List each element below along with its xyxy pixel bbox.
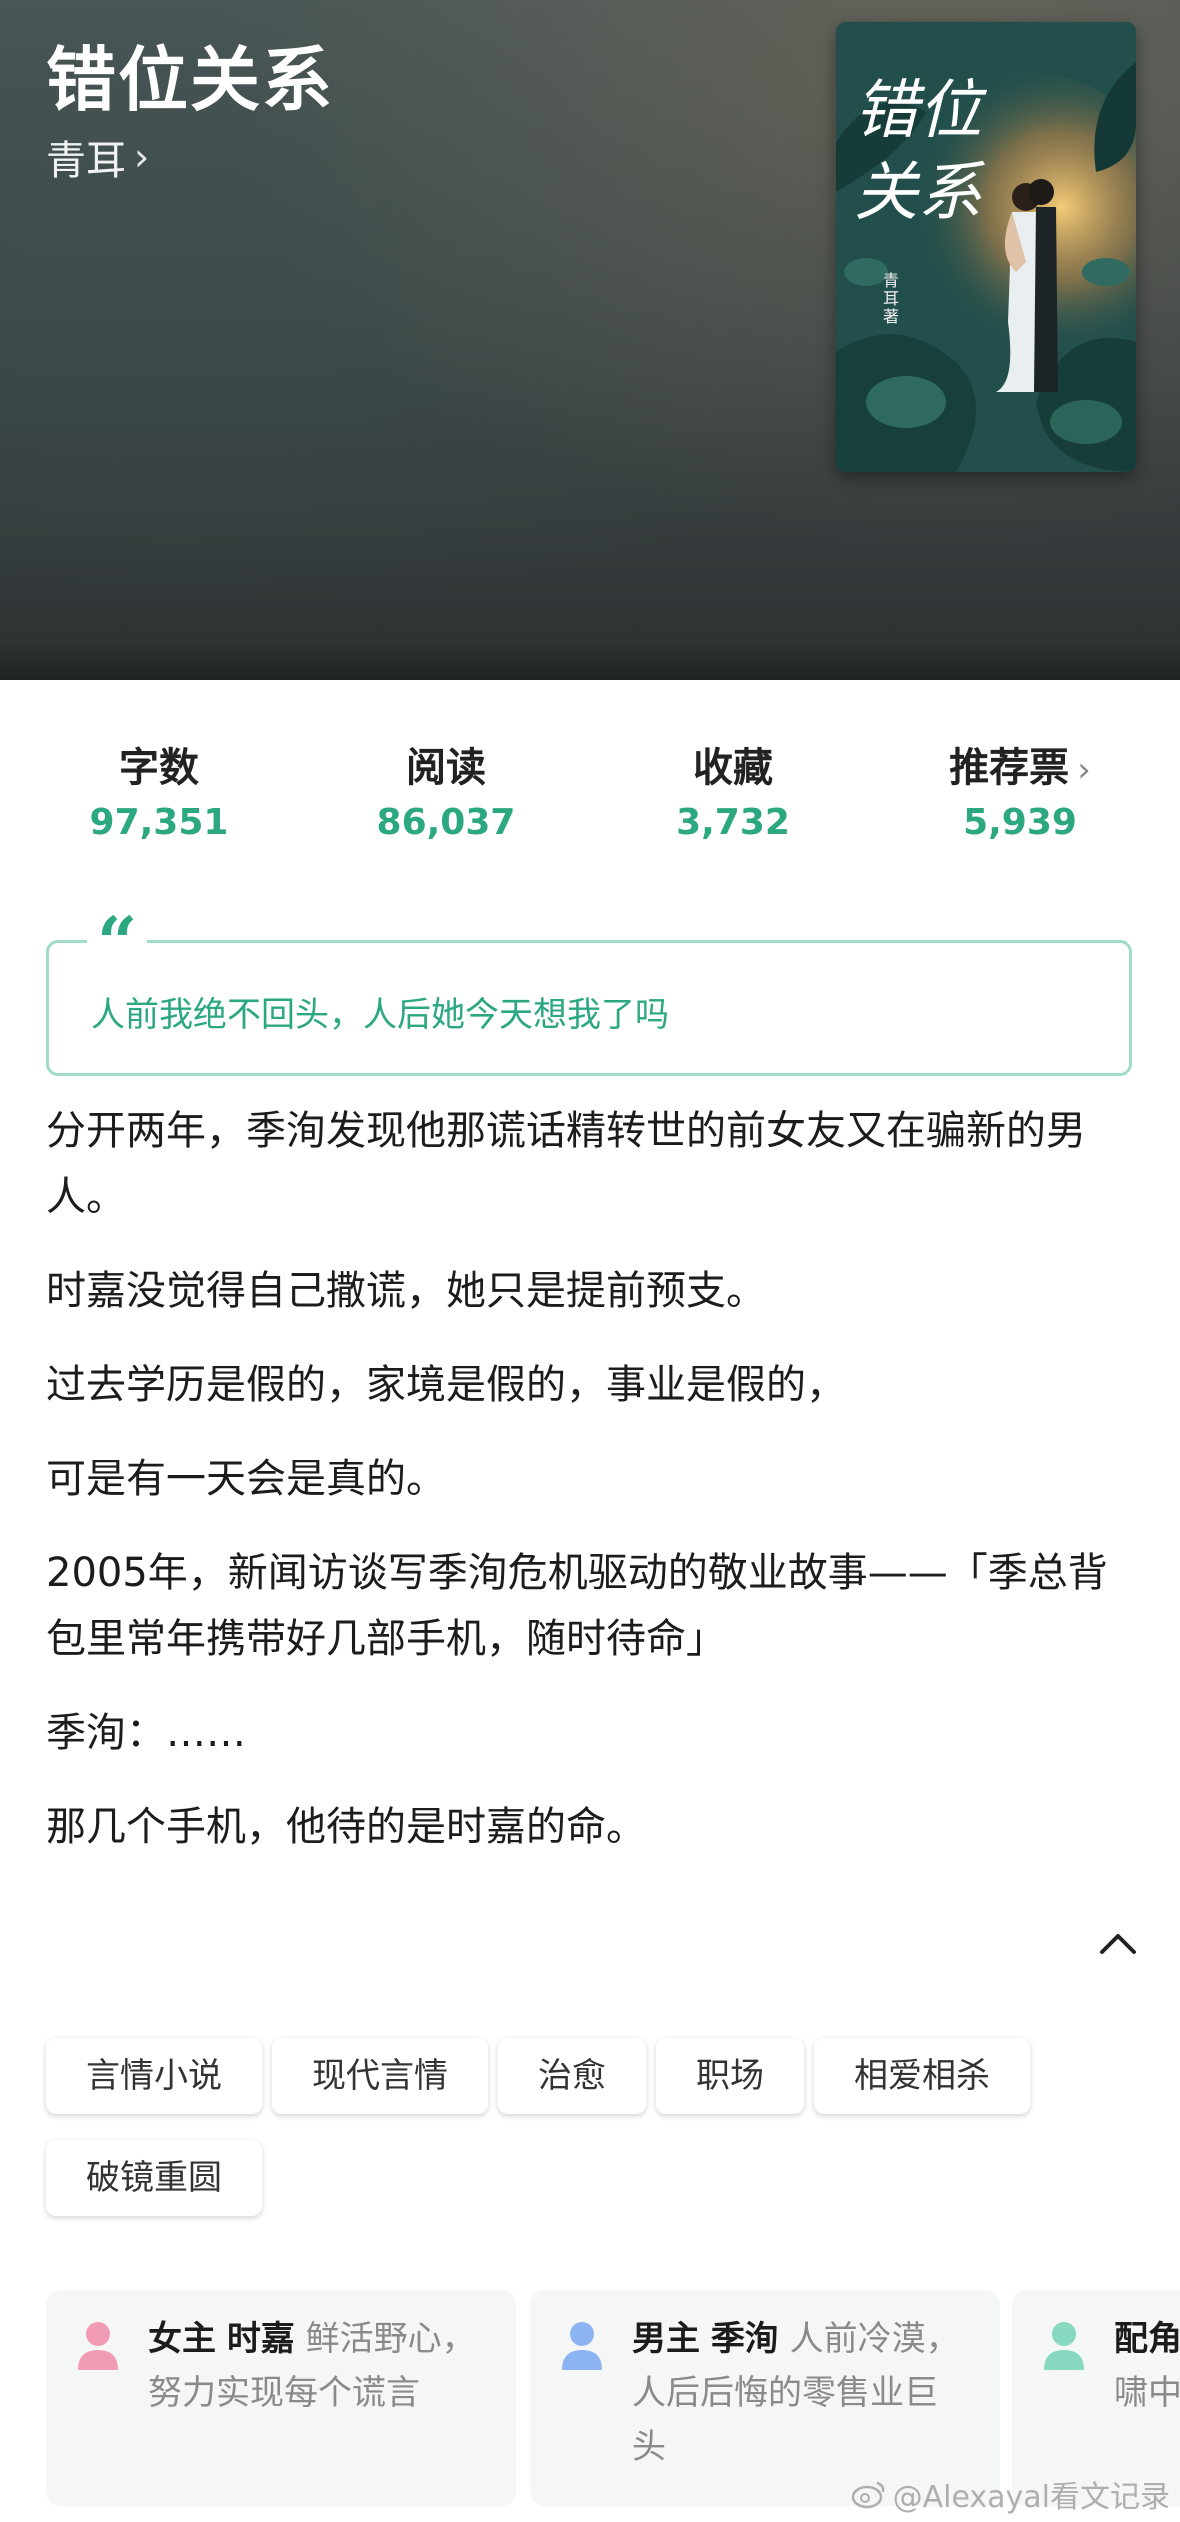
stat-label: 推荐票 › — [905, 740, 1135, 796]
character-name: 季洵 — [710, 2319, 779, 2359]
book-title: 错位关系 — [46, 39, 334, 121]
stat-label: 收藏 — [693, 745, 773, 791]
character-name: 时嘉 — [226, 2319, 295, 2359]
female-avatar-icon — [78, 2322, 118, 2370]
character-description: 男主 季洵 人前冷漠，人后后悔的零售业巨头 — [632, 2312, 962, 2474]
stat-value: 97,351 — [89, 802, 229, 843]
synopsis-paragraph: 时嘉没觉得自己撒谎，她只是提前预支。 — [46, 1268, 766, 1314]
chevron-right-icon: › — [134, 135, 150, 179]
stat-value: 86,037 — [376, 802, 516, 843]
stat-label-text: 推荐票 — [949, 745, 1070, 791]
stat-word-count: 字数 97,351 — [44, 740, 274, 843]
character-desc: 啸中 — [1114, 2373, 1180, 2413]
cover-title-line2: 关系 — [854, 156, 982, 230]
supporting-avatar-icon — [1044, 2322, 1084, 2370]
character-card[interactable]: 女主 时嘉 鲜活野心，努力实现每个谎言 — [46, 2290, 516, 2506]
synopsis-paragraph: 可是有一天会是真的。 — [46, 1456, 446, 1502]
author-link[interactable]: 青耳 › — [46, 128, 149, 186]
stat-reads: 阅读 86,037 — [331, 740, 561, 843]
synopsis-paragraph: 分开两年，季洵发现他那谎话精转世的前女友又在骗新的男人。 — [46, 1108, 1086, 1220]
quote-icon: “ — [87, 908, 148, 978]
character-role: 配角 — [1114, 2319, 1180, 2359]
character-role: 男主 — [632, 2319, 700, 2359]
synopsis-paragraph: 那几个手机，他待的是时嘉的命。 — [46, 1804, 646, 1850]
chevron-right-icon: › — [1077, 750, 1091, 790]
stat-value: 3,732 — [676, 802, 790, 843]
book-stats: 字数 97,351 阅读 86,037 收藏 3,732 推荐票 › 5,939 — [0, 740, 1180, 860]
tag-chip[interactable]: 职场 — [656, 2038, 804, 2114]
synopsis-paragraph: 过去学历是假的，家境是假的，事业是假的， — [46, 1362, 846, 1408]
watermark-text: @Alexayal看文记录 — [892, 2480, 1170, 2515]
cover-author: 青耳 著 — [882, 271, 899, 326]
tag-chip[interactable]: 现代言情 — [272, 2038, 488, 2114]
tag-chip[interactable]: 破镜重圆 — [46, 2140, 262, 2216]
character-description: 配角 啸中 — [1114, 2312, 1180, 2420]
cover-title-line1: 错位 — [854, 74, 982, 148]
tagline-box: “ 人前我绝不回头，人后她今天想我了吗 — [46, 908, 1132, 1076]
author-name: 青耳 — [46, 138, 126, 184]
stat-favorites: 收藏 3,732 — [618, 740, 848, 843]
tagline-text: 人前我绝不回头，人后她今天想我了吗 — [91, 995, 669, 1035]
stat-label: 阅读 — [406, 745, 486, 791]
tag-chip[interactable]: 治愈 — [498, 2038, 646, 2114]
book-header: 错位关系 青耳 › 错位 关系 青耳 著 — [0, 0, 1180, 680]
tag-chip[interactable]: 相爱相杀 — [814, 2038, 1030, 2114]
male-avatar-icon — [562, 2322, 602, 2370]
character-description: 女主 时嘉 鲜活野心，努力实现每个谎言 — [148, 2312, 478, 2420]
synopsis-paragraph: 季洵：…… — [46, 1710, 246, 1756]
stat-recommend-votes[interactable]: 推荐票 › 5,939 — [905, 740, 1135, 843]
synopsis: 分开两年，季洵发现他那谎话精转世的前女友又在骗新的男人。 时嘉没觉得自己撒谎，她… — [46, 1098, 1136, 1888]
watermark: @Alexayal看文记录 — [851, 2472, 1170, 2516]
stat-label: 字数 — [119, 745, 199, 791]
weibo-icon — [851, 2481, 884, 2509]
book-cover[interactable]: 错位 关系 青耳 著 — [836, 22, 1136, 472]
tag-chip[interactable]: 言情小说 — [46, 2038, 262, 2114]
chevron-up-icon[interactable] — [1096, 1928, 1140, 1958]
stat-value: 5,939 — [963, 802, 1077, 843]
cover-title: 错位 关系 — [854, 70, 1004, 234]
synopsis-paragraph: 2005年，新闻访谈写季洵危机驱动的敬业故事——「季总背包里常年携带好几部手机，… — [46, 1550, 1108, 1662]
character-role: 女主 — [148, 2319, 216, 2359]
